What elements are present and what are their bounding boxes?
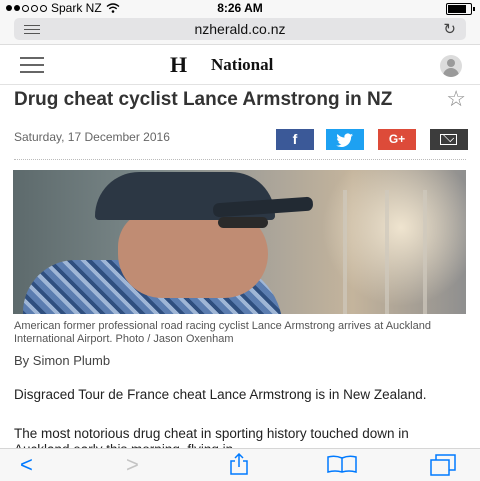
site-header: H National [0,46,480,85]
nzherald-logo[interactable]: H [170,52,187,78]
forward-button[interactable]: > [126,452,139,478]
email-share-button[interactable] [430,129,468,150]
bookmarks-icon[interactable] [326,455,358,473]
article-headline: Drug cheat cyclist Lance Armstrong in NZ [14,89,393,110]
googleplus-share-button[interactable]: G+ [378,129,416,150]
url-field[interactable]: nzherald.co.nz ↻ [14,18,466,40]
article-photo[interactable] [13,170,466,314]
bookmark-star-icon[interactable]: ☆ [446,86,466,112]
clock: 8:26 AM [217,1,263,15]
divider [14,159,466,160]
byline[interactable]: By Simon Plumb [14,353,110,368]
reload-icon[interactable]: ↻ [443,20,456,38]
browser-address-bar: nzherald.co.nz ↻ [0,16,480,45]
browser-toolbar: < > [0,448,480,481]
profile-icon[interactable] [440,55,462,77]
status-bar: Spark NZ 8:26 AM [0,0,480,16]
battery-icon [446,3,475,15]
photo-caption: American former professional road racing… [14,320,431,345]
hamburger-menu-icon[interactable] [20,57,44,78]
back-button[interactable]: < [20,452,33,478]
article-paragraph: Disgraced Tour de France cheat Lance Arm… [14,387,427,402]
share-icon[interactable] [229,453,249,475]
section-title: National [211,55,274,74]
article-date: Saturday, 17 December 2016 [14,130,170,144]
twitter-bird-icon [336,133,353,148]
url-text[interactable]: nzherald.co.nz [14,21,466,37]
facebook-share-button[interactable]: f [276,129,314,150]
tabs-icon[interactable] [430,454,456,476]
envelope-icon [440,134,457,145]
twitter-share-button[interactable] [326,129,364,150]
